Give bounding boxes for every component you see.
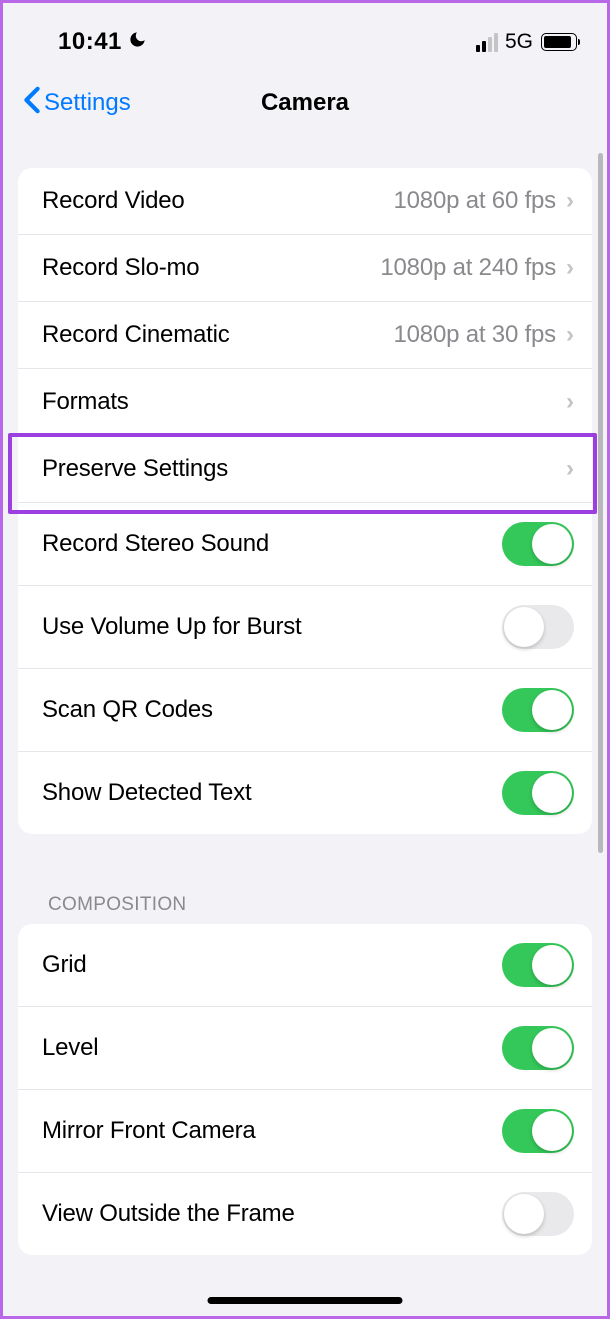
formats-row[interactable]: Formats ›: [18, 369, 592, 436]
row-value: 1080p at 30 fps: [394, 321, 556, 349]
volume-burst-toggle[interactable]: [502, 605, 574, 649]
page-title: Camera: [261, 89, 349, 117]
nav-header: Settings Camera: [3, 64, 607, 140]
mirror-front-toggle[interactable]: [502, 1109, 574, 1153]
mirror-front-row: Mirror Front Camera: [18, 1090, 592, 1173]
back-button[interactable]: Settings: [23, 86, 131, 120]
chevron-right-icon: ›: [566, 455, 574, 483]
status-left: 10:41: [58, 28, 147, 56]
row-value: 1080p at 240 fps: [380, 254, 556, 282]
row-label: Formats: [42, 388, 129, 416]
preserve-settings-row[interactable]: Preserve Settings ›: [18, 436, 592, 503]
level-row: Level: [18, 1007, 592, 1090]
status-right: 5G: [476, 30, 577, 54]
volume-burst-row: Use Volume Up for Burst: [18, 586, 592, 669]
status-time: 10:41: [58, 28, 122, 56]
view-outside-toggle[interactable]: [502, 1192, 574, 1236]
scan-qr-row: Scan QR Codes: [18, 669, 592, 752]
row-label: Record Cinematic: [42, 321, 230, 349]
chevron-right-icon: ›: [566, 254, 574, 282]
status-bar: 10:41 5G: [3, 3, 607, 64]
row-label: Grid: [42, 951, 87, 979]
chevron-right-icon: ›: [566, 187, 574, 215]
chevron-right-icon: ›: [566, 388, 574, 416]
network-label: 5G: [505, 30, 533, 54]
battery-icon: [541, 33, 577, 51]
detected-text-toggle[interactable]: [502, 771, 574, 815]
row-value: 1080p at 60 fps: [394, 187, 556, 215]
row-label: Preserve Settings: [42, 455, 228, 483]
row-label: Level: [42, 1034, 98, 1062]
scroll-indicator[interactable]: [598, 153, 603, 853]
record-slomo-row[interactable]: Record Slo-mo 1080p at 240 fps ›: [18, 235, 592, 302]
chevron-right-icon: ›: [566, 321, 574, 349]
detected-text-row: Show Detected Text: [18, 752, 592, 834]
grid-row: Grid: [18, 924, 592, 1007]
row-label: Record Video: [42, 187, 185, 215]
row-label: Show Detected Text: [42, 779, 251, 807]
row-label: Mirror Front Camera: [42, 1117, 256, 1145]
row-label: View Outside the Frame: [42, 1200, 295, 1228]
record-video-row[interactable]: Record Video 1080p at 60 fps ›: [18, 168, 592, 235]
record-stereo-row: Record Stereo Sound: [18, 503, 592, 586]
row-label: Use Volume Up for Burst: [42, 613, 302, 641]
record-stereo-toggle[interactable]: [502, 522, 574, 566]
scan-qr-toggle[interactable]: [502, 688, 574, 732]
view-outside-row: View Outside the Frame: [18, 1173, 592, 1255]
composition-header: COMPOSITION: [18, 884, 592, 924]
row-label: Scan QR Codes: [42, 696, 213, 724]
main-section: Record Video 1080p at 60 fps › Record Sl…: [18, 168, 592, 834]
signal-icon: [476, 33, 498, 52]
level-toggle[interactable]: [502, 1026, 574, 1070]
row-label: Record Slo-mo: [42, 254, 199, 282]
composition-section: Grid Level Mirror Front Camera View Outs…: [18, 924, 592, 1255]
chevron-left-icon: [23, 86, 41, 120]
row-label: Record Stereo Sound: [42, 530, 269, 558]
grid-toggle[interactable]: [502, 943, 574, 987]
home-indicator[interactable]: [208, 1297, 403, 1304]
record-cinematic-row[interactable]: Record Cinematic 1080p at 30 fps ›: [18, 302, 592, 369]
back-label: Settings: [44, 89, 131, 117]
moon-icon: [128, 30, 147, 55]
